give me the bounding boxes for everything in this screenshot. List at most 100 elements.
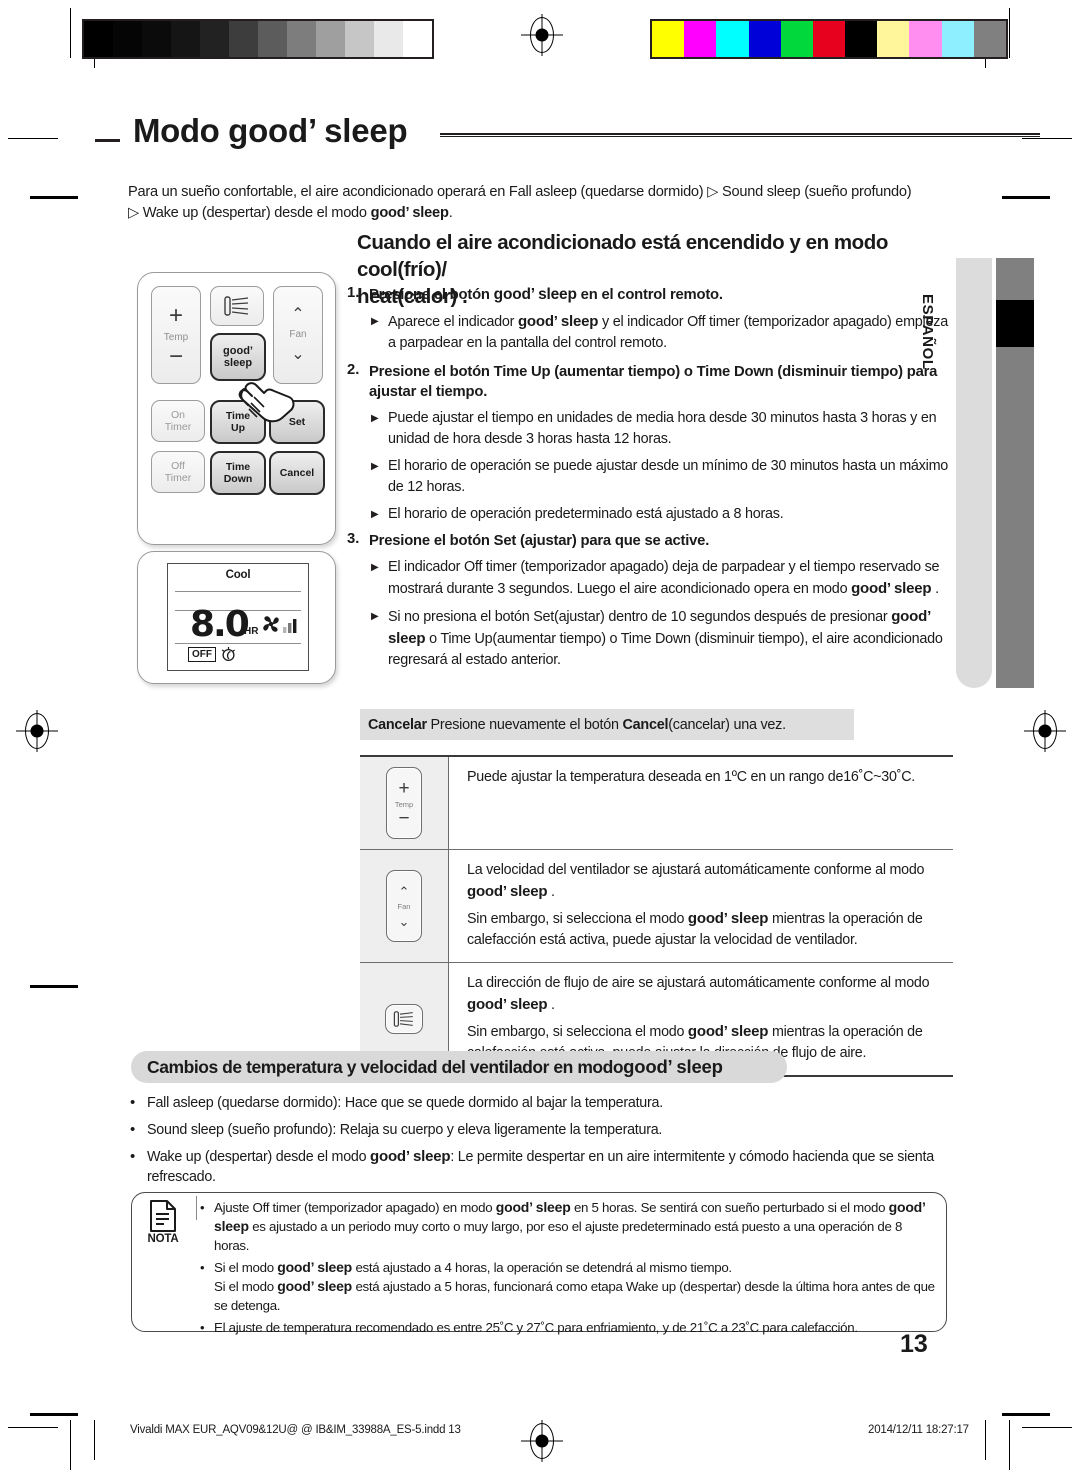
footer-filename: Vivaldi MAX EUR_AQV09&12U@ @ IB&IM_33988… — [130, 1424, 461, 1436]
step-sub-item: ▶ Puede ajustar el tiempo en unidades de… — [371, 408, 959, 450]
note-brand: good’ sleep — [277, 1259, 353, 1275]
note-text: Ajuste Off timer (temporizador apagado) … — [214, 1198, 936, 1255]
page-title-row: Modo good’ sleep — [95, 112, 1040, 166]
step-number: 1. — [347, 285, 360, 301]
note-list: • Ajuste Off timer (temporizador apagado… — [200, 1198, 936, 1340]
crop-mark-mid-left — [30, 985, 78, 988]
step-sub-item: ▶ Si no presiona el botón Set(ajustar) d… — [371, 606, 959, 671]
ft-pre: Sin embargo, si selecciona el modo — [467, 1024, 688, 1040]
remote-off-timer-button[interactable]: Off Timer — [151, 451, 205, 493]
remote-airflow-button[interactable] — [210, 286, 264, 326]
step-text-brand: good’ sleep — [493, 286, 577, 303]
cancel-button-name: Cancel — [622, 716, 669, 733]
note-text: Si el modo good’ sleep está ajustado a 4… — [214, 1258, 936, 1315]
remote-cancel-label: Cancel — [279, 467, 315, 479]
remote-fan-label: Fan — [289, 329, 307, 340]
side-tab-black-marker — [996, 300, 1034, 347]
fan-blades-icon — [263, 616, 279, 632]
bullet-dot-icon: • — [130, 1094, 136, 1111]
list-item: • Si el modo good’ sleep está ajustado a… — [200, 1258, 936, 1315]
lcd-mode-label: Cool — [225, 569, 251, 581]
table-cell-icon: ⌃ Fan ⌄ — [360, 850, 449, 962]
feature-text: La dirección de flujo de aire se ajustar… — [467, 973, 939, 1016]
bullet-text: Wake up (despertar) desde el modo good’ … — [147, 1147, 960, 1187]
crop-mark-bl-h — [8, 1427, 58, 1428]
table-cell-text: La velocidad del ventilador se ajustará … — [449, 850, 953, 962]
bullet-brand: good’ sleep — [370, 1148, 451, 1165]
subsection-heading: Cambios de temperatura y velocidad del v… — [131, 1051, 787, 1083]
table-cell-text: Puede ajustar la temperatura deseada en … — [449, 757, 953, 849]
remote-time-down-l2: Down — [223, 473, 253, 485]
remote-good-sleep-l1: good’ — [223, 345, 253, 357]
list-item: • Wake up (despertar) desde el modo good… — [130, 1147, 960, 1187]
intro-line-2-post: . — [448, 205, 453, 221]
color-swatch — [812, 21, 846, 57]
feature-text: Sin embargo, si selecciona el modo good’… — [467, 908, 939, 951]
remote-time-down-button[interactable]: Time Down — [210, 451, 266, 495]
remote-display-illustration: Cool 8.0 HR OFF — [137, 551, 336, 684]
page-title-plain: Modo — [133, 112, 229, 149]
moon-sleep-icon — [221, 647, 235, 662]
grayscale-swatch — [374, 21, 403, 57]
note-brand2: good’ sleep — [277, 1278, 353, 1294]
note-brand: good’ sleep — [495, 1199, 571, 1215]
footer-timestamp: 2014/12/11 18:27:17 — [868, 1424, 969, 1436]
remote-time-down-l1: Time — [225, 461, 251, 473]
registration-target-left — [16, 710, 58, 752]
remote-temp-button[interactable]: + Temp − — [151, 286, 201, 384]
bullet-dot-icon: • — [130, 1121, 136, 1138]
color-calibration-bar — [650, 19, 1008, 59]
grayscale-swatch — [345, 21, 374, 57]
cancel-text-post: (cancelar) una vez. — [668, 716, 786, 733]
title-dash — [95, 139, 120, 142]
section-heading-line1: Cuando el aire acondicionado está encend… — [357, 231, 888, 281]
fan-caption: Fan — [397, 901, 411, 911]
note-post: es ajustado a un periodo muy corto o muy… — [214, 1219, 903, 1253]
intro-brand: good’ sleep — [370, 205, 449, 221]
chevron-down-icon: ⌄ — [291, 346, 305, 363]
registration-target-bottom — [521, 1420, 563, 1462]
crop-mark-br-v — [1009, 1420, 1010, 1470]
lcd-timer-value: 8.0 — [190, 604, 250, 645]
steps-list: 1. Presione el botón good’ sleep en el c… — [347, 285, 959, 677]
ft-brand: good’ sleep — [467, 996, 548, 1013]
table-row: ⌃ Fan ⌄ La velocidad del ventilador se a… — [360, 850, 953, 963]
ft-pre: Sin embargo, si selecciona el modo — [467, 911, 688, 927]
step-item: 2. Presione el botón Time Up (aumentar t… — [347, 362, 959, 402]
remote-on-timer-button[interactable]: On Timer — [151, 400, 205, 442]
bullet-dot-icon: • — [200, 1200, 205, 1215]
color-swatch — [652, 21, 685, 57]
feature-text: La velocidad del ventilador se ajustará … — [467, 860, 939, 903]
cancel-text-pre: Presione nuevamente el botón — [430, 716, 619, 733]
lcd-timer-unit: HR — [244, 626, 259, 637]
step-sub-text: El indicador Off timer (temporizador apa… — [388, 557, 959, 600]
note-mid: en 5 horas. Se sentirá con sueño perturb… — [570, 1200, 889, 1215]
sub-brand: good’ sleep — [851, 580, 932, 597]
intro-line-2-pre: ▷ Wake up (despertar) desde el modo — [128, 205, 371, 221]
intro-paragraph: Para un sueño confortable, el aire acond… — [128, 182, 956, 224]
ft-pre: La velocidad del ventilador se ajustará … — [467, 862, 925, 878]
color-swatch — [877, 21, 910, 57]
step-sub-item: ▶ Aparece el indicador good’ sleep y el … — [371, 311, 959, 354]
plus-glyph: + — [398, 778, 410, 799]
step-item: 3. Presione el botón Set (ajustar) para … — [347, 531, 959, 551]
step-sub-item: ▶ El horario de operación se puede ajust… — [371, 456, 959, 498]
remote-on-timer-l1: On — [170, 409, 185, 421]
step-sub-text: El horario de operación se puede ajustar… — [388, 458, 949, 495]
crop-mark-tl-v — [70, 8, 71, 58]
lcd-divider-3 — [175, 643, 301, 644]
temp-key-icon: + Temp − — [386, 767, 422, 839]
sub-pre: Si no presiona el botón Set(ajustar) den… — [388, 609, 892, 625]
step-sub-text: El horario de operación predeterminado e… — [388, 506, 784, 522]
pointing-hand-icon — [238, 382, 295, 423]
step-text: Presione el botón Set (ajustar) para que… — [369, 533, 710, 549]
bullet-dot-icon: • — [200, 1320, 205, 1335]
grayscale-swatch — [287, 21, 316, 57]
table-row: + Temp − Puede ajustar la temperatura de… — [360, 757, 953, 850]
step-sub-text: Aparece el indicador good’ sleep y el in… — [388, 311, 959, 354]
grayscale-swatch — [229, 21, 258, 57]
grayscale-swatch — [113, 21, 142, 57]
remote-cancel-button[interactable]: Cancel — [269, 451, 325, 495]
bullet-pre: Wake up (despertar) desde el modo — [147, 1149, 371, 1165]
triangle-bullet-icon: ▶ — [371, 461, 379, 472]
